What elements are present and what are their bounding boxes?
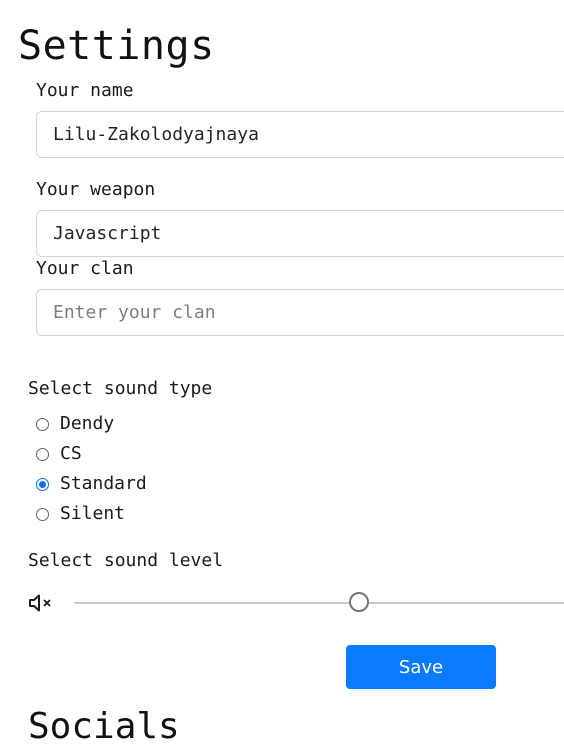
name-label: Your name [36,80,134,101]
sound-option-cs[interactable]: CS [36,443,82,465]
slider-thumb[interactable] [349,592,369,612]
page-title: Settings [18,23,215,69]
sound-option-standard[interactable]: Standard [36,473,147,495]
radio-label: CS [60,443,82,464]
save-button[interactable]: Save [346,645,496,689]
radio-button[interactable] [36,477,49,491]
sound-level-label: Select sound level [28,550,224,571]
socials-heading: Socials [28,706,180,747]
weapon-label: Your weapon [36,179,156,200]
radio-button[interactable] [36,507,49,521]
radio-label: Dendy [60,413,115,434]
radio-button[interactable] [36,417,49,431]
volume-mute-icon [29,594,51,612]
sound-option-dendy[interactable]: Dendy [36,413,114,435]
name-input[interactable] [36,111,564,158]
sound-level-slider[interactable] [74,602,564,604]
clan-input[interactable] [36,289,564,336]
radio-label: Silent [60,503,126,524]
radio-label: Standard [60,473,147,494]
weapon-input[interactable] [36,210,564,257]
clan-label: Your clan [36,258,134,279]
sound-type-label: Select sound type [28,378,213,399]
radio-button[interactable] [36,447,49,461]
sound-option-silent[interactable]: Silent [36,503,125,525]
